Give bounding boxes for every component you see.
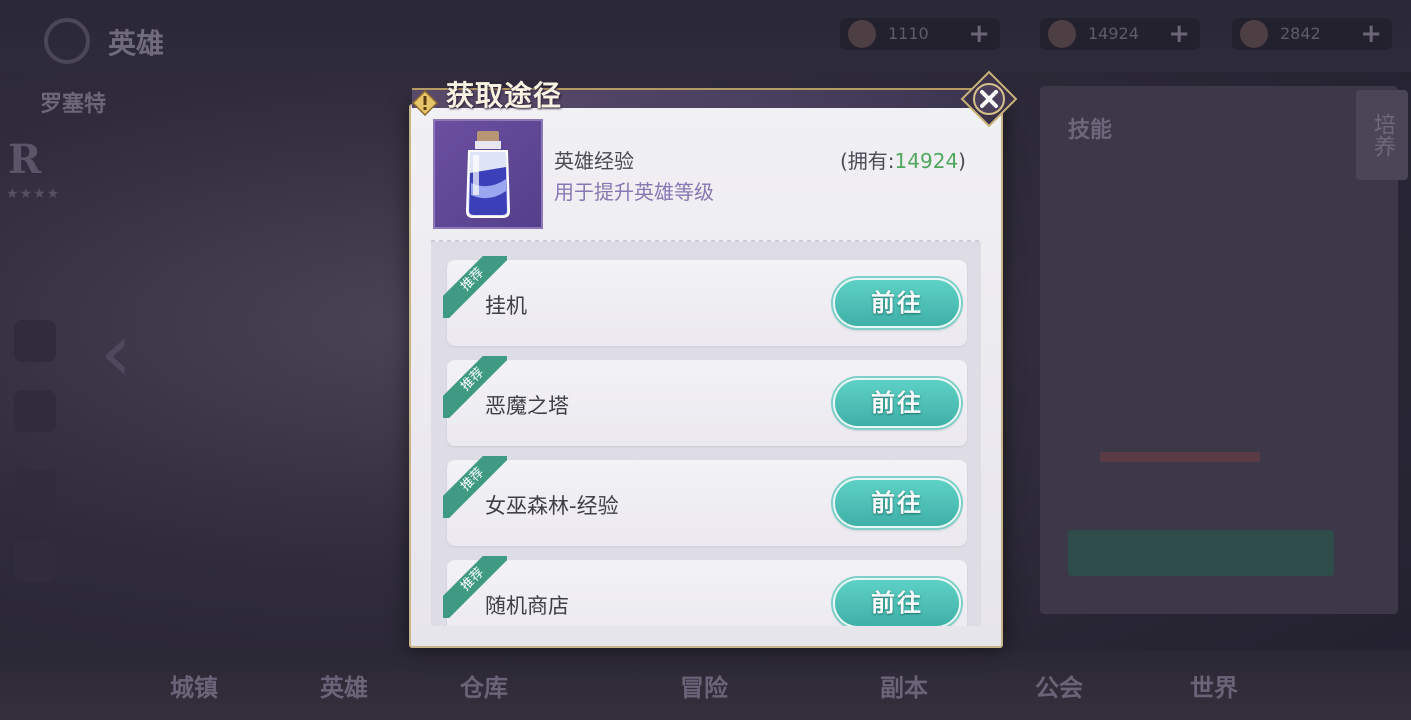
resource-coin: 1110 + bbox=[840, 18, 1000, 50]
background-prev-arrow-icon: ‹ bbox=[100, 306, 132, 399]
item-name: 英雄经验 bbox=[554, 149, 634, 173]
item-icon-frame bbox=[433, 119, 543, 229]
background-nav-item: 冒险 bbox=[680, 674, 728, 702]
background-side-button bbox=[14, 390, 56, 432]
background-side-button bbox=[14, 470, 56, 512]
source-row: 推荐 随机商店 前往 bbox=[443, 556, 967, 626]
dialog-title: 获取途径 bbox=[446, 79, 563, 112]
background-panel-button bbox=[1068, 530, 1334, 576]
background-nav-item: 副本 bbox=[880, 674, 928, 702]
background-nav-item: 仓库 bbox=[460, 674, 508, 702]
warning-diamond-icon bbox=[412, 90, 438, 116]
background-screen-title: 英雄 bbox=[108, 27, 165, 60]
background-nav-item: 公会 bbox=[1035, 674, 1083, 702]
hero-menu-icon bbox=[44, 18, 90, 64]
exp-potion-icon bbox=[465, 131, 511, 218]
background-nav-item: 世界 bbox=[1190, 674, 1238, 702]
source-row: 推荐 女巫森林-经验 前往 bbox=[443, 456, 967, 546]
source-label: 随机商店 bbox=[485, 594, 569, 618]
background-panel-bar bbox=[1100, 452, 1260, 462]
owned-count: (拥有:14924) bbox=[840, 149, 966, 173]
resource-exp: 14924 + bbox=[1040, 18, 1200, 50]
background-panel-title: 技能 bbox=[1068, 118, 1113, 143]
background-side-button bbox=[14, 540, 56, 582]
owned-value: 14924 bbox=[894, 149, 959, 173]
source-list[interactable]: 推荐 挂机 前往 推荐 恶魔之塔 前往 推荐 女巫森林-经验 前往 推荐 随机商… bbox=[431, 242, 981, 626]
source-label: 恶魔之塔 bbox=[485, 394, 569, 418]
item-description: 用于提升英雄等级 bbox=[554, 180, 714, 204]
background-stars: ★★★★ bbox=[6, 186, 61, 202]
background-side-button bbox=[14, 320, 56, 362]
close-button[interactable] bbox=[960, 70, 1018, 128]
gem-icon bbox=[1240, 20, 1268, 48]
go-button[interactable]: 前往 bbox=[833, 278, 961, 328]
source-label: 挂机 bbox=[485, 294, 527, 318]
source-row: 推荐 挂机 前往 bbox=[443, 256, 967, 346]
background-hero-rank: R bbox=[8, 136, 42, 183]
coin-icon bbox=[848, 20, 876, 48]
go-button[interactable]: 前往 bbox=[833, 478, 961, 528]
background-nav-item: 英雄 bbox=[320, 674, 368, 702]
background-nav-item: 城镇 bbox=[170, 674, 218, 702]
go-button[interactable]: 前往 bbox=[833, 578, 961, 626]
go-button[interactable]: 前往 bbox=[833, 378, 961, 428]
background-side-tab: 培养 bbox=[1356, 90, 1408, 180]
source-row: 推荐 恶魔之塔 前往 bbox=[443, 356, 967, 446]
resource-gem: 2842 + bbox=[1232, 18, 1392, 50]
source-label: 女巫森林-经验 bbox=[485, 494, 619, 518]
exp-icon bbox=[1048, 20, 1076, 48]
background-hero-name: 罗塞特 bbox=[40, 92, 107, 117]
